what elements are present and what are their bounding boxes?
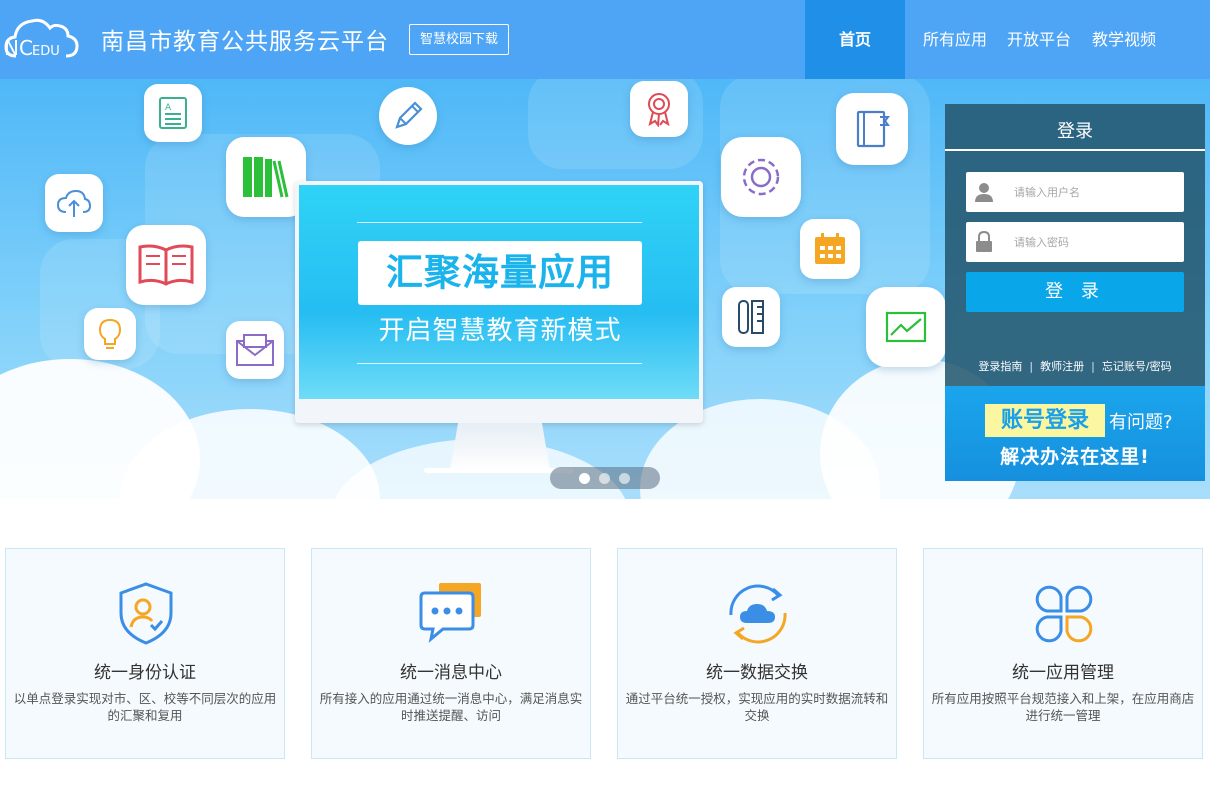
app-grid-icon <box>1029 579 1099 649</box>
monitor-stand <box>450 423 550 471</box>
feature-desc: 通过平台统一授权，实现应用的实时数据流转和交换 <box>625 691 889 723</box>
pencil-icon <box>379 87 437 145</box>
svg-text:NC: NC <box>4 36 33 60</box>
nav-open-platform[interactable]: 开放平台 <box>1005 0 1073 79</box>
nav-all-apps[interactable]: 所有应用 <box>905 0 1005 79</box>
monitor-frame: 汇聚海量应用 开启智慧教育新模式 <box>295 181 703 423</box>
link-separator: | <box>1029 360 1034 373</box>
feature-card-identity[interactable]: 统一身份认证 以单点登录实现对市、区、校等不同层次的应用的汇聚和复用 <box>5 548 285 759</box>
calendar-icon <box>800 219 860 279</box>
feature-card-messages[interactable]: 统一消息中心 所有接入的应用通过统一消息中心，满足消息实时推送提醒、访问 <box>311 548 591 759</box>
chat-bubbles-icon <box>417 579 487 649</box>
feature-title: 统一身份认证 <box>94 663 196 683</box>
svg-text:EDU: EDU <box>32 44 60 59</box>
forgot-password-link[interactable]: 忘记账号/密码 <box>1102 360 1172 373</box>
nav-teaching-videos[interactable]: 教学视频 <box>1073 0 1175 79</box>
cloud-upload-icon <box>45 174 103 232</box>
banner-subline: 开启智慧教育新模式 <box>378 316 622 346</box>
feature-card-app-management[interactable]: 统一应用管理 所有应用按照平台规范接入和上架，在应用商店进行统一管理 <box>923 548 1203 759</box>
feature-title: 统一应用管理 <box>1012 663 1114 683</box>
login-divider <box>945 149 1205 151</box>
pen-ruler-icon <box>722 287 780 347</box>
smart-campus-download-button[interactable]: 智慧校园下载 <box>409 24 509 55</box>
username-field[interactable] <box>966 172 1184 212</box>
books-icon <box>226 137 306 217</box>
help-question: 有问题? <box>1109 412 1173 433</box>
nav-home[interactable]: 首页 <box>805 0 905 79</box>
divider <box>357 363 642 364</box>
login-links: 登录指南 | 教师注册 | 忘记账号/密码 <box>945 358 1205 374</box>
teacher-register-link[interactable]: 教师注册 <box>1040 360 1084 373</box>
link-separator: | <box>1091 360 1095 373</box>
user-icon <box>966 172 1002 212</box>
lock-icon <box>966 222 1002 262</box>
login-guide-link[interactable]: 登录指南 <box>978 360 1022 373</box>
password-field[interactable] <box>966 222 1184 262</box>
headline-box: 汇聚海量应用 <box>358 241 642 305</box>
password-input[interactable] <box>1014 222 1179 262</box>
carousel-dot-2[interactable] <box>599 473 610 484</box>
help-highlight: 账号登录 <box>1000 408 1089 433</box>
lightbulb-icon <box>84 308 136 360</box>
svg-text:A: A <box>165 103 172 113</box>
shield-user-icon <box>111 579 181 649</box>
carousel-pagination <box>550 467 660 489</box>
feature-title: 统一数据交换 <box>706 663 808 683</box>
gear-icon <box>721 137 801 217</box>
main-nav: 首页 所有应用 开放平台 教学视频 <box>805 0 1175 79</box>
feature-title: 统一消息中心 <box>400 663 502 683</box>
feature-card-data-exchange[interactable]: 统一数据交换 通过平台统一授权，实现应用的实时数据流转和交换 <box>617 548 897 759</box>
login-help-banner[interactable]: 账号登录 有问题? 解决办法在这里! <box>945 386 1205 481</box>
notebook-icon <box>836 93 908 165</box>
chart-icon <box>866 287 946 367</box>
top-header: NC EDU 南昌市教育公共服务云平台 智慧校园下载 首页 所有应用 开放平台 … <box>0 0 1210 79</box>
login-panel: 登录 登 录 登录指南 | 教师注册 | 忘记账号/密码 <box>945 104 1205 386</box>
award-icon <box>630 81 688 137</box>
open-book-icon <box>126 225 206 305</box>
carousel-dot-1[interactable] <box>579 473 590 484</box>
feature-desc: 以单点登录实现对市、区、校等不同层次的应用的汇聚和复用 <box>13 691 277 723</box>
login-title: 登录 <box>1057 121 1093 142</box>
divider <box>357 222 642 223</box>
login-submit-button[interactable]: 登 录 <box>966 272 1184 312</box>
mail-icon <box>226 321 284 379</box>
carousel-dot-3[interactable] <box>619 473 630 484</box>
cloud-sync-icon <box>723 579 793 649</box>
banner-headline: 汇聚海量应用 <box>386 251 614 294</box>
document-icon: A <box>144 84 202 142</box>
feature-desc: 所有应用按照平台规范接入和上架，在应用商店进行统一管理 <box>931 691 1195 723</box>
ncedu-logo[interactable]: NC EDU <box>2 14 80 62</box>
username-input[interactable] <box>1014 172 1179 212</box>
feature-desc: 所有接入的应用通过统一消息中心，满足消息实时推送提醒、访问 <box>319 691 583 723</box>
monitor-screen: 汇聚海量应用 开启智慧教育新模式 <box>299 185 699 399</box>
site-title: 南昌市教育公共服务云平台 <box>101 29 389 55</box>
help-solution: 解决办法在这里! <box>1000 446 1150 468</box>
